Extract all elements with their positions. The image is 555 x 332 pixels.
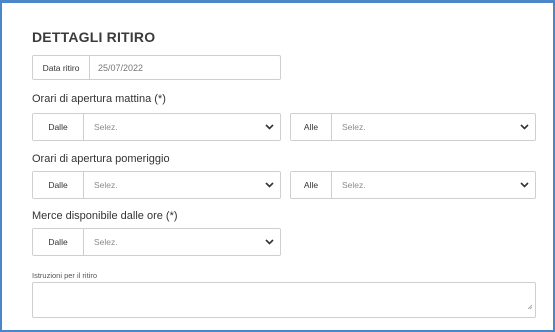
chevron-down-icon[interactable] xyxy=(513,114,535,140)
morning-to-addon: Alle xyxy=(291,114,332,140)
instructions-textarea[interactable] xyxy=(32,282,536,318)
pickup-details-panel: DETTAGLI RITIRO Data ritiro 25/07/2022 O… xyxy=(0,0,555,332)
chevron-down-icon[interactable] xyxy=(258,114,280,140)
afternoon-to-value: Selez. xyxy=(342,180,366,190)
pickup-date-field[interactable]: Data ritiro 25/07/2022 xyxy=(32,55,281,80)
morning-from-value: Selez. xyxy=(94,122,118,132)
afternoon-from-select[interactable]: Dalle Selez. xyxy=(32,171,281,199)
morning-to-select[interactable]: Alle Selez. xyxy=(290,113,536,141)
pickup-date-label: Data ritiro xyxy=(33,56,90,79)
resize-handle-icon[interactable] xyxy=(527,297,533,315)
morning-to-value: Selez. xyxy=(342,122,366,132)
instructions-label: Istruzioni per il ritiro xyxy=(32,271,98,280)
pickup-date-value[interactable]: 25/07/2022 xyxy=(90,56,143,79)
afternoon-from-value: Selez. xyxy=(94,180,118,190)
chevron-down-icon[interactable] xyxy=(258,229,280,255)
section-title: DETTAGLI RITIRO xyxy=(32,29,156,45)
chevron-down-icon[interactable] xyxy=(258,172,280,198)
chevron-down-icon[interactable] xyxy=(513,172,535,198)
afternoon-from-addon: Dalle xyxy=(33,172,84,198)
morning-from-select[interactable]: Dalle Selez. xyxy=(32,113,281,141)
afternoon-hours-label: Orari di apertura pomeriggio xyxy=(32,153,170,165)
goods-available-from-value: Selez. xyxy=(94,237,118,247)
afternoon-to-addon: Alle xyxy=(291,172,332,198)
afternoon-to-select[interactable]: Alle Selez. xyxy=(290,171,536,199)
goods-available-label: Merce disponibile dalle ore (*) xyxy=(32,210,178,222)
goods-available-from-select[interactable]: Dalle Selez. xyxy=(32,228,281,256)
morning-from-addon: Dalle xyxy=(33,114,84,140)
goods-available-from-addon: Dalle xyxy=(33,229,84,255)
morning-hours-label: Orari di apertura mattina (*) xyxy=(32,93,166,105)
